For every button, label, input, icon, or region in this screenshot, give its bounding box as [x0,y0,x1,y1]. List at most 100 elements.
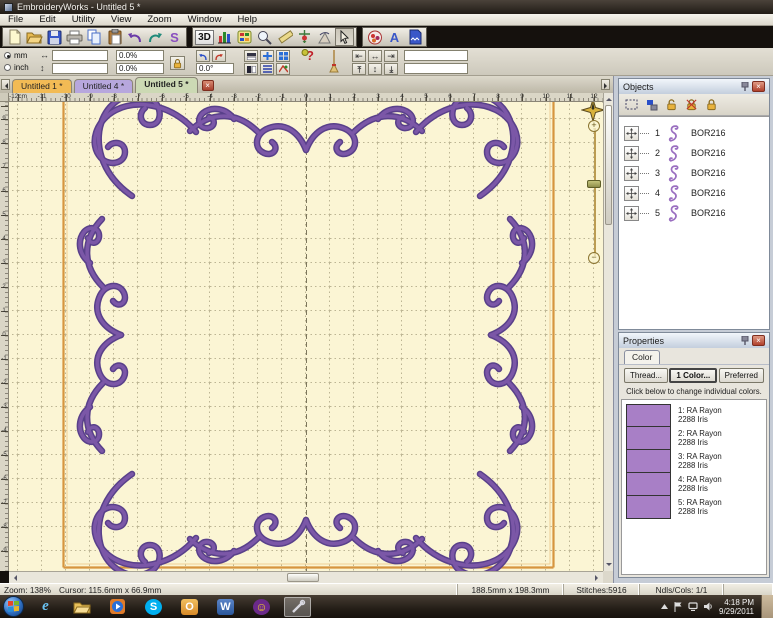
zoom-slider-handle[interactable] [587,180,601,188]
v-scroll-thumb[interactable] [605,105,612,225]
sequence-view-button-3[interactable] [276,50,290,62]
tab-scroll-left-button[interactable] [1,79,10,90]
properties-panel-close-button[interactable]: × [752,335,765,346]
tray-expand-icon[interactable] [661,604,668,609]
undo-button[interactable] [125,28,144,46]
color-row-2[interactable]: 2: RA Rayon2288 Iris [626,427,766,450]
zoom-in-button[interactable]: + [588,120,600,132]
action-center-flag-icon[interactable] [674,602,682,612]
object-row-1[interactable]: 1 BOR216 [619,123,769,143]
pin-icon[interactable] [739,81,750,92]
h-scroll-thumb[interactable] [287,573,319,582]
rotate-left-button[interactable] [196,50,210,62]
taskbar-media-player[interactable] [104,597,131,617]
vertical-scrollbar[interactable] [603,93,613,571]
unlock-icon[interactable] [663,97,680,113]
network-icon[interactable] [688,602,698,611]
color-row-4[interactable]: 4: RA Rayon2288 Iris [626,473,766,496]
hoop-position-button[interactable] [295,28,314,46]
width-field[interactable] [52,50,108,61]
menu-zoom[interactable]: Zoom [139,14,179,25]
paste-button[interactable] [105,28,124,46]
new-file-button[interactable] [5,28,24,46]
menu-edit[interactable]: Edit [31,14,63,25]
sequence-view-button-6[interactable] [276,63,290,75]
color-row-3[interactable]: 3: RA Rayon2288 Iris [626,450,766,473]
design-canvas[interactable]: N + − [9,102,603,571]
taskbar-embroideryworks-active[interactable] [284,597,311,617]
tab-untitled-4[interactable]: Untitled 4 * [74,79,134,93]
start-button[interactable] [3,596,24,617]
taskbar-yahoo-messenger[interactable]: ☺ [248,597,275,617]
taskbar-word[interactable]: W [212,597,239,617]
design-file-button[interactable] [405,28,424,46]
thread-button[interactable]: Thread... [624,368,668,383]
preferred-button[interactable]: Preferred [719,368,764,383]
align-y-field[interactable] [404,63,468,74]
zoom-tool-button[interactable] [255,28,274,46]
objects-panel-close-button[interactable]: × [752,81,765,92]
scroll-right-arrow[interactable] [595,575,601,581]
rotate-tool-button[interactable] [315,28,334,46]
move-object-icon[interactable] [624,166,639,181]
scroll-up-arrow[interactable] [606,95,612,101]
print-button[interactable] [65,28,84,46]
show-desktop-button[interactable] [761,595,773,618]
menu-help[interactable]: Help [229,14,265,25]
clock[interactable]: 4:18 PM 9/29/2011 [719,598,757,616]
height-percent-field[interactable] [116,63,164,74]
volume-icon[interactable] [704,602,713,611]
move-object-icon[interactable] [624,206,639,221]
select-tool-button[interactable] [335,28,354,46]
move-object-icon[interactable] [624,146,639,161]
align-top-button[interactable]: ⇤ [352,63,366,75]
lock-all-icon[interactable] [703,97,720,113]
zoom-out-button[interactable]: − [588,252,600,264]
lettering-button[interactable]: A [385,28,404,46]
stitch-ribbon-button[interactable]: S [165,28,184,46]
one-color-button[interactable]: 1 Color... [669,368,717,383]
object-order-icon[interactable] [643,97,660,113]
open-file-button[interactable] [25,28,44,46]
align-left-button[interactable]: ⇤ [352,50,366,62]
tab-color[interactable]: Color [624,350,660,364]
copy-button[interactable] [85,28,104,46]
redo-button[interactable] [145,28,164,46]
move-object-icon[interactable] [624,126,639,141]
tab-scroll-right-button[interactable] [601,79,610,90]
monogram-button[interactable] [365,28,384,46]
simulator-button[interactable]: ? [300,49,320,73]
select-objects-icon[interactable] [623,97,640,113]
taskbar-internet-explorer[interactable]: e [32,597,59,617]
sequence-view-button-4[interactable] [244,63,258,75]
object-row-2[interactable]: 2 BOR216 [619,143,769,163]
menu-utility[interactable]: Utility [64,14,103,25]
align-right-button[interactable]: ⇥ [384,50,398,62]
object-row-5[interactable]: 5 BOR216 [619,203,769,223]
align-center-v-button[interactable]: ↕ [368,63,382,75]
menu-window[interactable]: Window [180,14,230,25]
scroll-left-arrow[interactable] [11,575,17,581]
scroll-down-arrow[interactable] [606,563,612,569]
taskbar-windows-explorer[interactable] [68,597,95,617]
align-bottom-button[interactable]: ⇥ [384,63,398,75]
menu-file[interactable]: File [0,14,31,25]
color-swatch[interactable] [626,427,671,450]
color-swatch[interactable] [626,404,671,427]
aspect-lock-button[interactable] [170,56,185,70]
color-chart-button[interactable] [215,28,234,46]
height-field[interactable] [52,63,108,74]
menu-view[interactable]: View [103,14,139,25]
unit-inch-radio[interactable]: inch [4,63,29,72]
move-object-icon[interactable] [624,186,639,201]
color-row-1[interactable]: 1: RA Rayon2288 Iris [626,404,766,427]
tab-close-button[interactable]: × [202,80,214,91]
angle-field[interactable] [196,63,234,74]
color-row-5[interactable]: 5: RA Rayon2288 Iris [626,496,766,519]
sequence-view-button-5[interactable] [260,63,274,75]
color-swatch[interactable] [626,496,671,519]
horizontal-scrollbar[interactable] [9,571,603,583]
unit-mm-radio[interactable]: mm [4,51,27,60]
align-x-field[interactable] [404,50,468,61]
object-row-3[interactable]: 3 BOR216 [619,163,769,183]
